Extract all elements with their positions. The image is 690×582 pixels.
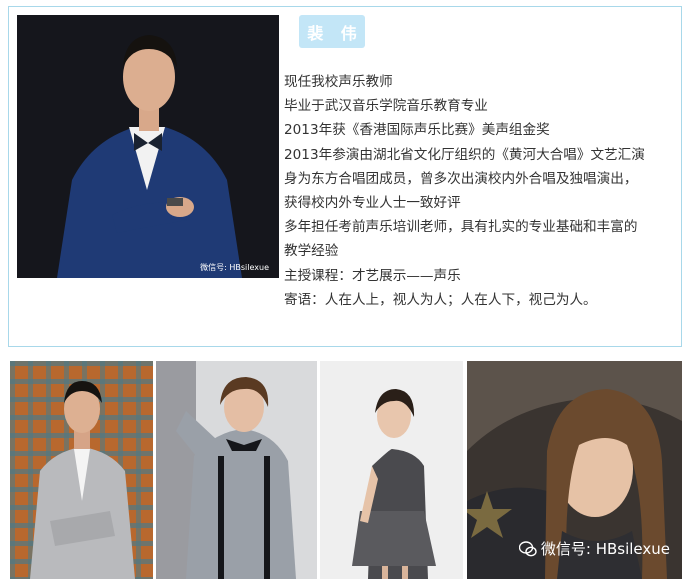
bio-line: 现任我校声乐教师 (284, 74, 393, 90)
teacher-name-badge: 裴 伟 (299, 15, 365, 48)
gallery-watermark-text: 微信号: HBsilexue (540, 540, 670, 558)
bio-line: 获得校内外专业人士一致好评 (284, 195, 461, 212)
portrait-illustration (17, 15, 279, 278)
teacher-portrait: 微信号: HBsilexue (17, 15, 279, 278)
bio-line: 2013年获《香港国际声乐比赛》美声组金奖 (284, 122, 550, 139)
photo-woman-plaid-shirt (156, 361, 317, 579)
gallery-watermark: 微信号: HBsilexue (518, 538, 670, 559)
wechat-icon (518, 540, 537, 557)
bio-line: 2013年参演由湖北省文化厅组织的《黄河大合唱》文艺汇演 (284, 146, 645, 163)
bio-line: 寄语：人在人上，视人为人；人在人下，视己为人。 (284, 291, 597, 308)
gallery-photo-1 (10, 361, 153, 579)
photo-man-suit (10, 361, 153, 579)
gallery-photo-2 (156, 361, 317, 579)
portrait-watermark: 微信号: HBsilexue (200, 263, 269, 272)
bio-line: 身为东方合唱团成员，曾多次出演校内外合唱及独唱演出， (284, 170, 638, 187)
bio-line: 多年担任考前声乐培训老师，具有扎实的专业基础和丰富的 (284, 219, 638, 236)
teacher-bio: 现任我校声乐教师 毕业于武汉音乐学院音乐教育专业 2013年获《香港国际声乐比赛… (284, 70, 676, 312)
gallery-photo-4: 微信号: HBsilexue (467, 361, 682, 579)
bio-line: 教学经验 (284, 243, 339, 260)
bio-line: 主授课程：才艺展示——声乐 (284, 267, 461, 284)
photo-woman-dress (320, 361, 463, 579)
gallery-photo-3 (320, 361, 463, 579)
bio-line: 毕业于武汉音乐学院音乐教育专业 (284, 98, 488, 115)
